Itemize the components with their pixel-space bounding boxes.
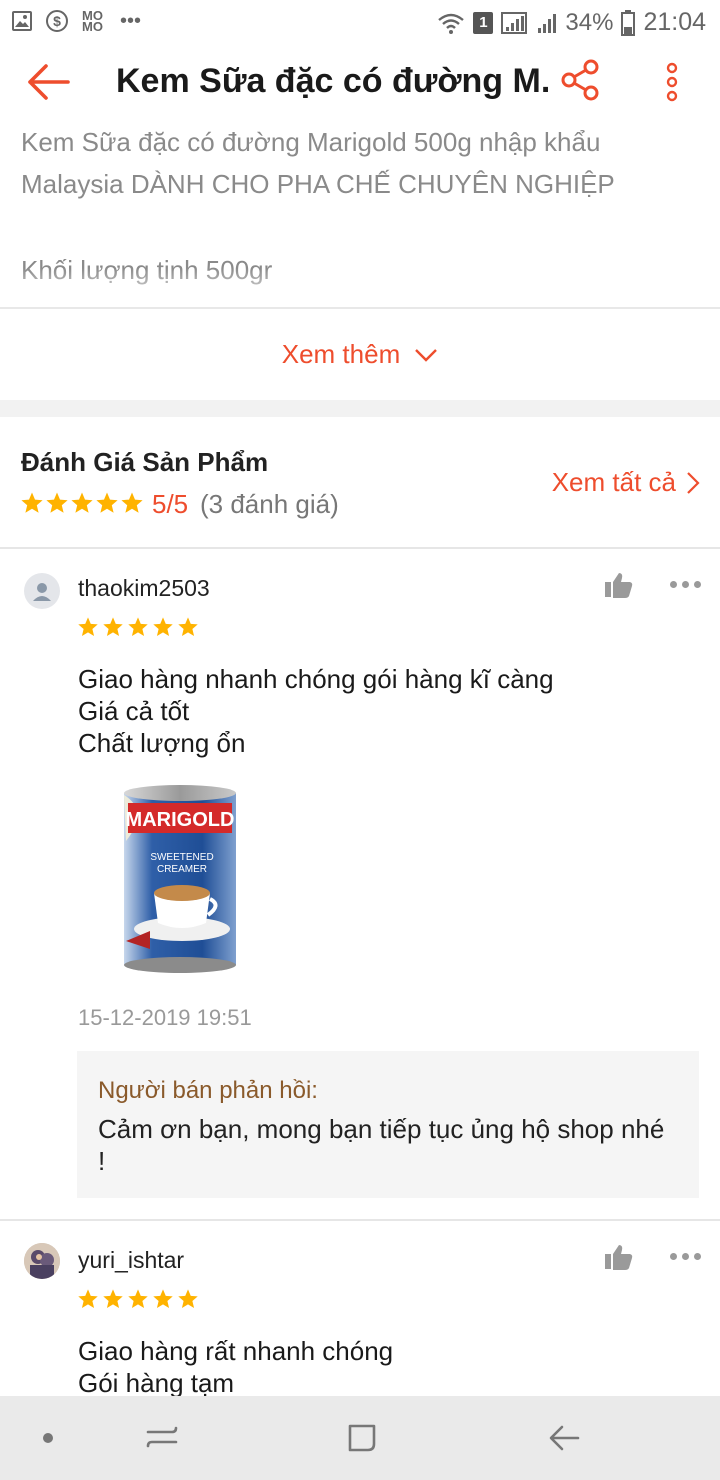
rating-score: 5/5 <box>152 489 189 519</box>
description-line-2: Malaysia DÀNH CHO PHA CHẾ CHUYÊN NGHIỆP <box>21 169 615 199</box>
review-text-line: Giá cả tốt <box>78 696 190 726</box>
star-icon <box>178 1289 198 1308</box>
star-icon <box>78 1289 98 1308</box>
star-icon <box>128 1289 148 1308</box>
see-all-reviews-button[interactable]: Xem tất cả <box>552 467 700 498</box>
sim-badge: 1 <box>473 11 494 34</box>
review-more-button[interactable] <box>670 581 702 593</box>
avatar[interactable] <box>24 573 60 609</box>
review-photo[interactable]: MARIGOLD SWEETENED CREAMER <box>110 781 250 981</box>
back-button[interactable] <box>24 60 72 104</box>
description-fade <box>0 268 720 308</box>
user-photo-icon <box>24 1243 60 1279</box>
can-brand: MARIGOLD <box>126 809 235 831</box>
app-header: Kem Sữa đặc có đường M... <box>0 44 720 120</box>
like-button[interactable] <box>604 571 634 599</box>
seller-reply: Người bán phản hồi: Cảm ơn bạn, mong bạn… <box>77 1051 699 1198</box>
condensed-milk-can-photo: MARIGOLD SWEETENED CREAMER <box>124 785 236 973</box>
star-icon <box>46 492 68 513</box>
product-description: Kem Sữa đặc có đường Marigold 500g nhập … <box>0 120 720 308</box>
share-button[interactable] <box>560 58 604 102</box>
description-line-1: Kem Sữa đặc có đường Marigold 500g nhập … <box>21 127 601 157</box>
review-stars <box>77 616 199 638</box>
can-caption-1: SWEETENED <box>150 852 213 863</box>
nav-dot-button[interactable] <box>28 1418 68 1458</box>
recent-apps-button[interactable] <box>142 1418 182 1458</box>
review-more-button[interactable] <box>670 1253 702 1265</box>
back-nav-button[interactable] <box>544 1418 584 1458</box>
thumbs-up-icon <box>605 1245 633 1270</box>
star-icon <box>103 617 123 636</box>
battery-percent: 34% <box>565 8 614 36</box>
rating-heading: Đánh Giá Sản Phẩm <box>21 447 269 477</box>
review-item: yuri_ishtar Giao hàng rất nhanh chóng Gó… <box>0 1221 720 1396</box>
seller-reply-text: Cảm ơn bạn, mong bạn tiếp tục ủng hộ sho… <box>98 1114 665 1176</box>
momo-icon: MO MO <box>82 8 103 34</box>
seller-reply-label: Người bán phản hồi: <box>98 1077 318 1104</box>
chevron-right-icon <box>687 471 700 494</box>
star-icon <box>103 1289 123 1308</box>
dot-icon <box>43 1433 53 1443</box>
s-icon: $ <box>46 10 68 32</box>
page-title: Kem Sữa đặc có đường M... <box>116 62 552 100</box>
star-icon <box>153 1289 173 1308</box>
star-icon <box>78 617 98 636</box>
review-stars <box>77 1288 199 1310</box>
vertical-dots-icon <box>666 62 678 102</box>
gallery-icon <box>12 11 32 31</box>
avatar[interactable] <box>24 1243 60 1279</box>
like-button[interactable] <box>604 1243 634 1271</box>
review-text-line: Giao hàng nhanh chóng gói hàng kĩ càng <box>78 664 554 694</box>
review-item: thaokim2503 Giao hàng nhanh chóng gói hà… <box>0 549 720 1219</box>
more-dots-icon: ••• <box>120 10 142 32</box>
wifi-icon <box>438 13 465 34</box>
signal-icon-2 <box>538 13 557 33</box>
user-icon <box>33 583 51 601</box>
can-caption-2: CREAMER <box>157 864 207 875</box>
system-navigation-bar <box>0 1396 720 1480</box>
review-text-line: Giao hàng rất nhanh chóng <box>78 1336 394 1366</box>
review-username: yuri_ishtar <box>78 1247 185 1273</box>
clock: 21:04 <box>643 8 706 36</box>
star-icon <box>153 617 173 636</box>
star-icon <box>128 617 148 636</box>
status-bar: $ MO MO ••• 1 34% 21:04 <box>0 0 720 44</box>
section-gap <box>0 400 720 417</box>
back-arrow-icon <box>549 1425 580 1451</box>
rating-count: (3 đánh giá) <box>200 489 339 519</box>
review-text-line: Gói hàng tạm <box>78 1368 235 1396</box>
review-text-line: Chất lượng ổn <box>78 728 246 758</box>
thumbs-up-icon <box>605 573 633 598</box>
battery-icon <box>621 9 636 36</box>
home-square-icon <box>348 1424 376 1452</box>
signal-icon <box>501 11 528 34</box>
review-username: thaokim2503 <box>78 575 210 601</box>
share-icon <box>561 59 599 101</box>
rating-summary: Đánh Giá Sản Phẩm 5/5 (3 đánh giá) Xem t… <box>0 417 720 547</box>
star-icon <box>21 492 43 513</box>
home-button[interactable] <box>342 1418 382 1458</box>
recent-apps-icon <box>146 1426 178 1448</box>
star-icon <box>178 617 198 636</box>
see-more-button[interactable]: Xem thêm <box>0 309 720 400</box>
see-all-label: Xem tất cả <box>551 467 676 497</box>
star-icon <box>96 492 118 513</box>
chevron-down-icon <box>415 348 438 362</box>
see-more-label: Xem thêm <box>281 339 401 369</box>
arrow-left-icon <box>28 64 70 100</box>
star-icon <box>71 492 93 513</box>
review-date: 15-12-2019 19:51 <box>78 1005 252 1030</box>
star-icon <box>121 492 143 513</box>
more-options-button[interactable] <box>656 60 688 104</box>
rating-stars <box>20 491 144 515</box>
